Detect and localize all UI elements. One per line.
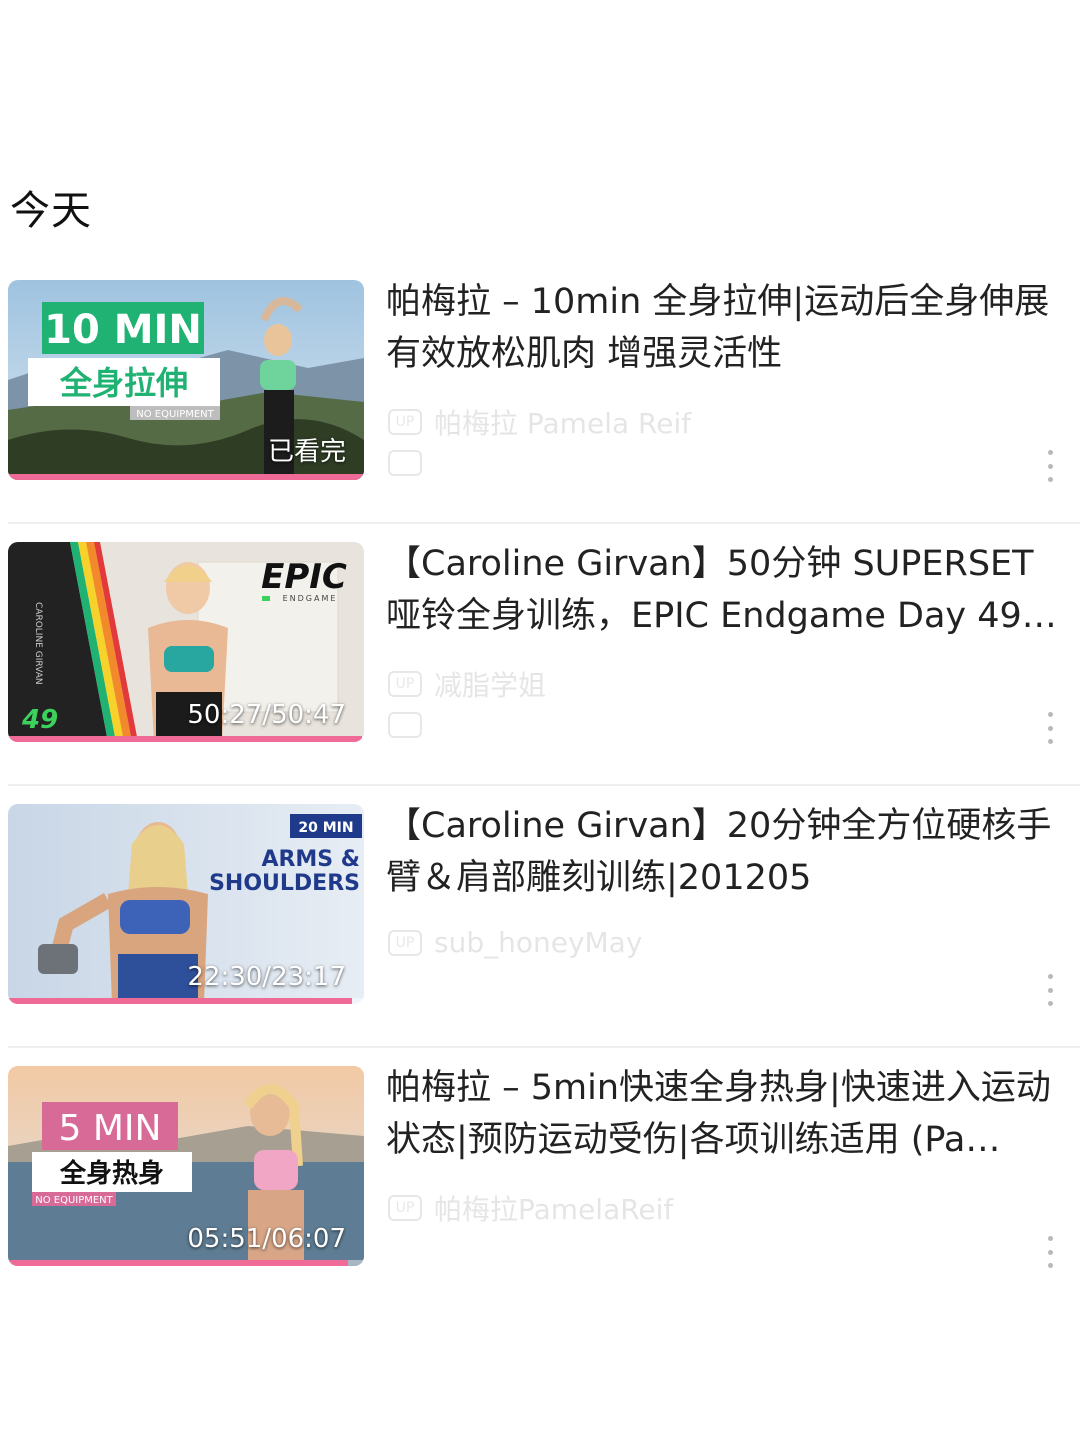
- thumb-min-text: 20 MIN: [298, 820, 353, 836]
- up-icon: UP: [388, 1195, 422, 1221]
- thumb-big-text: 5 MIN: [59, 1108, 162, 1149]
- watched-badge: 已看完: [267, 437, 346, 467]
- time-line: [388, 450, 422, 476]
- progress-bar: [8, 736, 364, 742]
- list-item[interactable]: 5 MIN 全身热身 NO EQUIPMENT 05:51/06:07 帕梅拉 …: [0, 1048, 1080, 1310]
- thumb-small-text: NO EQUIPMENT: [35, 1195, 113, 1206]
- thumb-line2-text: SHOULDERS: [209, 871, 360, 896]
- video-title[interactable]: 帕梅拉 – 10min 全身拉伸|运动后全身伸展有效放松肌肉 增强灵活性: [386, 276, 1066, 380]
- progress-bar: [8, 1260, 364, 1266]
- uploader-name: 减脂学姐: [434, 669, 547, 702]
- uploader-name: 帕梅拉PamelaReif: [434, 1193, 674, 1226]
- thumb-side-text: CAROLINE GIRVAN: [33, 602, 43, 685]
- top-bar: [0, 0, 1080, 110]
- video-thumbnail[interactable]: CAROLINE GIRVAN 49 EPIC ENDGAME 50:27/50…: [8, 542, 364, 742]
- video-title[interactable]: 帕梅拉 – 5min快速全身热身|快速进入运动状态|预防运动受伤|各项训练适用 …: [386, 1062, 1066, 1166]
- thumb-logo-sub: ENDGAME: [283, 594, 338, 603]
- thumb-logo-text: EPIC: [261, 557, 347, 597]
- duration-badge: 50:27/50:47: [187, 700, 346, 730]
- progress-bar: [8, 474, 364, 480]
- video-thumbnail[interactable]: 20 MIN ARMS & SHOULDERS 22:30/23:17: [8, 804, 364, 1004]
- thumb-line1-text: ARMS &: [261, 847, 360, 872]
- clock-icon: [388, 450, 422, 476]
- progress-fill: [8, 474, 364, 480]
- duration-badge: 05:51/06:07: [187, 1224, 346, 1254]
- video-title[interactable]: 【Caroline Girvan】50分钟 SUPERSET 哑铃全身训练，EP…: [386, 538, 1066, 642]
- more-options-icon[interactable]: [1042, 1232, 1058, 1272]
- thumb-sub-text: 全身热身: [59, 1158, 164, 1189]
- up-icon: UP: [388, 671, 422, 697]
- list-item[interactable]: 10 MIN 全身拉伸 NO EQUIPMENT 已看完 帕梅拉 – 10min…: [0, 262, 1080, 524]
- progress-bar: [8, 998, 364, 1004]
- duration-badge: 22:30/23:17: [187, 962, 346, 992]
- uploader-line[interactable]: UP 帕梅拉 Pamela Reif: [388, 402, 691, 442]
- video-thumbnail[interactable]: 5 MIN 全身热身 NO EQUIPMENT 05:51/06:07: [8, 1066, 364, 1266]
- more-options-icon[interactable]: [1042, 708, 1058, 748]
- uploader-line[interactable]: UP sub_honeyMay: [388, 926, 642, 959]
- section-title-today: 今天: [10, 188, 92, 234]
- video-title[interactable]: 【Caroline Girvan】20分钟全方位硬核手臂＆肩部雕刻训练|2012…: [386, 800, 1066, 904]
- progress-fill: [8, 736, 362, 742]
- uploader-line[interactable]: UP 减脂学姐: [388, 664, 546, 704]
- more-options-icon[interactable]: [1042, 446, 1058, 486]
- progress-fill: [8, 1260, 349, 1266]
- up-icon: UP: [388, 929, 422, 956]
- thumb-day-text: 49: [21, 705, 58, 735]
- thumb-sub-text: 全身拉伸: [59, 364, 188, 402]
- uploader-line[interactable]: UP 帕梅拉PamelaReif: [388, 1188, 673, 1228]
- video-thumbnail[interactable]: 10 MIN 全身拉伸 NO EQUIPMENT 已看完: [8, 280, 364, 480]
- clock-icon: [388, 712, 422, 738]
- uploader-name: sub_honeyMay: [434, 926, 643, 959]
- time-line: [388, 712, 422, 738]
- thumb-small-text: NO EQUIPMENT: [136, 409, 214, 420]
- thumb-big-text: 10 MIN: [44, 307, 202, 353]
- uploader-name: 帕梅拉 Pamela Reif: [434, 407, 692, 440]
- up-icon: UP: [388, 409, 422, 435]
- more-options-icon[interactable]: [1042, 970, 1058, 1010]
- list-item[interactable]: 20 MIN ARMS & SHOULDERS 22:30/23:17 【Car…: [0, 786, 1080, 1048]
- list-item[interactable]: CAROLINE GIRVAN 49 EPIC ENDGAME 50:27/50…: [0, 524, 1080, 786]
- progress-fill: [8, 998, 352, 1004]
